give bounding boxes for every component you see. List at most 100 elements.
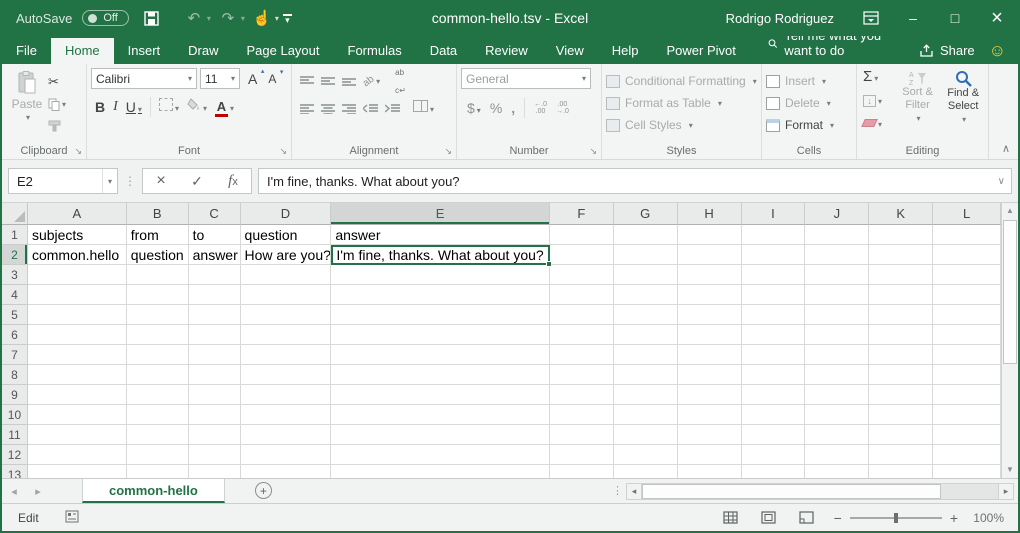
italic-button[interactable]: I [113,99,118,115]
cell-E6[interactable] [331,325,550,345]
tab-formulas[interactable]: Formulas [334,38,416,64]
cell-C3[interactable] [189,265,241,285]
cell-J13[interactable] [805,465,869,478]
cell-K2[interactable] [869,245,933,265]
column-header-C[interactable]: C [189,203,241,225]
cell-B2[interactable]: question [127,245,189,265]
column-header-A[interactable]: A [28,203,127,225]
cell-H11[interactable] [678,425,742,445]
name-box[interactable]: E2▾ [8,168,118,194]
page-break-preview-button[interactable] [788,511,826,524]
cell-E2[interactable]: I'm fine, thanks. What about you? [331,245,550,265]
cell-C10[interactable] [189,405,241,425]
cell-L5[interactable] [933,305,1001,325]
borders-button[interactable] [159,98,179,116]
cell-F10[interactable] [550,405,614,425]
tab-draw[interactable]: Draw [174,38,232,64]
zoom-slider-thumb[interactable] [894,513,898,523]
decrease-indent-icon[interactable] [363,103,378,114]
cell-C8[interactable] [189,365,241,385]
cell-J4[interactable] [805,285,869,305]
user-name[interactable]: Rodrigo Rodriguez [726,11,834,26]
cell-B13[interactable] [127,465,189,478]
tab-view[interactable]: View [542,38,598,64]
cell-H12[interactable] [678,445,742,465]
delete-cells-button[interactable]: Delete [766,92,854,114]
cell-J12[interactable] [805,445,869,465]
normal-view-button[interactable] [712,511,750,524]
column-header-K[interactable]: K [869,203,933,225]
comma-style-button[interactable]: , [511,100,515,116]
cell-B12[interactable] [127,445,189,465]
cell-J8[interactable] [805,365,869,385]
cell-K4[interactable] [869,285,933,305]
cell-A6[interactable] [28,325,127,345]
cell-H7[interactable] [678,345,742,365]
cell-K3[interactable] [869,265,933,285]
zoom-slider[interactable] [850,517,942,519]
row-header-11[interactable]: 11 [2,425,28,445]
cell-B6[interactable] [127,325,189,345]
autosum-button[interactable]: Σ [863,68,878,86]
cell-B9[interactable] [127,385,189,405]
fill-handle[interactable] [546,261,552,267]
cell-D1[interactable]: question [241,225,332,245]
merge-center-button[interactable] [413,99,434,117]
column-header-E[interactable]: E [331,203,550,225]
undo-button[interactable]: ↶ [181,5,207,31]
insert-cells-button[interactable]: Insert [766,70,854,92]
vertical-scrollbar[interactable]: ▲ ▼ [1001,203,1018,478]
autosave-toggle[interactable]: Off [82,10,128,26]
cell-J1[interactable] [805,225,869,245]
column-header-D[interactable]: D [241,203,332,225]
cell-B4[interactable] [127,285,189,305]
cell-H6[interactable] [678,325,742,345]
font-color-button[interactable]: A [215,98,234,117]
scroll-down-arrow[interactable]: ▼ [1002,462,1018,478]
cell-K1[interactable] [869,225,933,245]
cell-B10[interactable] [127,405,189,425]
tab-insert[interactable]: Insert [114,38,175,64]
cell-F6[interactable] [550,325,614,345]
row-header-13[interactable]: 13 [2,465,28,478]
cell-D9[interactable] [241,385,332,405]
cell-L12[interactable] [933,445,1001,465]
cell-F5[interactable] [550,305,614,325]
formula-input[interactable]: I'm fine, thanks. What about you? ∨ [258,168,1012,194]
cell-A3[interactable] [28,265,127,285]
cell-A5[interactable] [28,305,127,325]
clear-button[interactable] [863,114,882,132]
cell-L4[interactable] [933,285,1001,305]
vertical-scroll-thumb[interactable] [1003,220,1017,364]
wrap-text-button[interactable]: abc↵ [395,62,406,98]
increase-indent-icon[interactable] [385,103,400,114]
cell-J2[interactable] [805,245,869,265]
cell-I8[interactable] [742,365,806,385]
cell-J6[interactable] [805,325,869,345]
cell-F9[interactable] [550,385,614,405]
orientation-button[interactable]: ab [363,71,380,89]
cell-G10[interactable] [614,405,678,425]
middle-align-icon[interactable] [321,75,335,86]
spreadsheet-grid[interactable]: ABCDEFGHIJKL1subjectsfromtoquestionanswe… [2,203,1001,478]
cell-F11[interactable] [550,425,614,445]
horizontal-scroll-thumb[interactable] [642,484,941,499]
collapse-ribbon-button[interactable]: ∧ [1002,142,1010,155]
cell-A10[interactable] [28,405,127,425]
cell-E4[interactable] [331,285,550,305]
cell-D5[interactable] [241,305,332,325]
cell-J5[interactable] [805,305,869,325]
cell-D6[interactable] [241,325,332,345]
cell-J11[interactable] [805,425,869,445]
insert-function-button[interactable]: fx [215,172,251,190]
cell-C1[interactable]: to [189,225,241,245]
cell-H3[interactable] [678,265,742,285]
cell-A1[interactable]: subjects [28,225,127,245]
cell-C13[interactable] [189,465,241,478]
cell-G12[interactable] [614,445,678,465]
column-header-G[interactable]: G [614,203,678,225]
customize-quick-access-toolbar[interactable]: ▾ [283,14,292,23]
tab-page-layout[interactable]: Page Layout [233,38,334,64]
cell-B7[interactable] [127,345,189,365]
maximize-button[interactable]: □ [934,0,976,36]
